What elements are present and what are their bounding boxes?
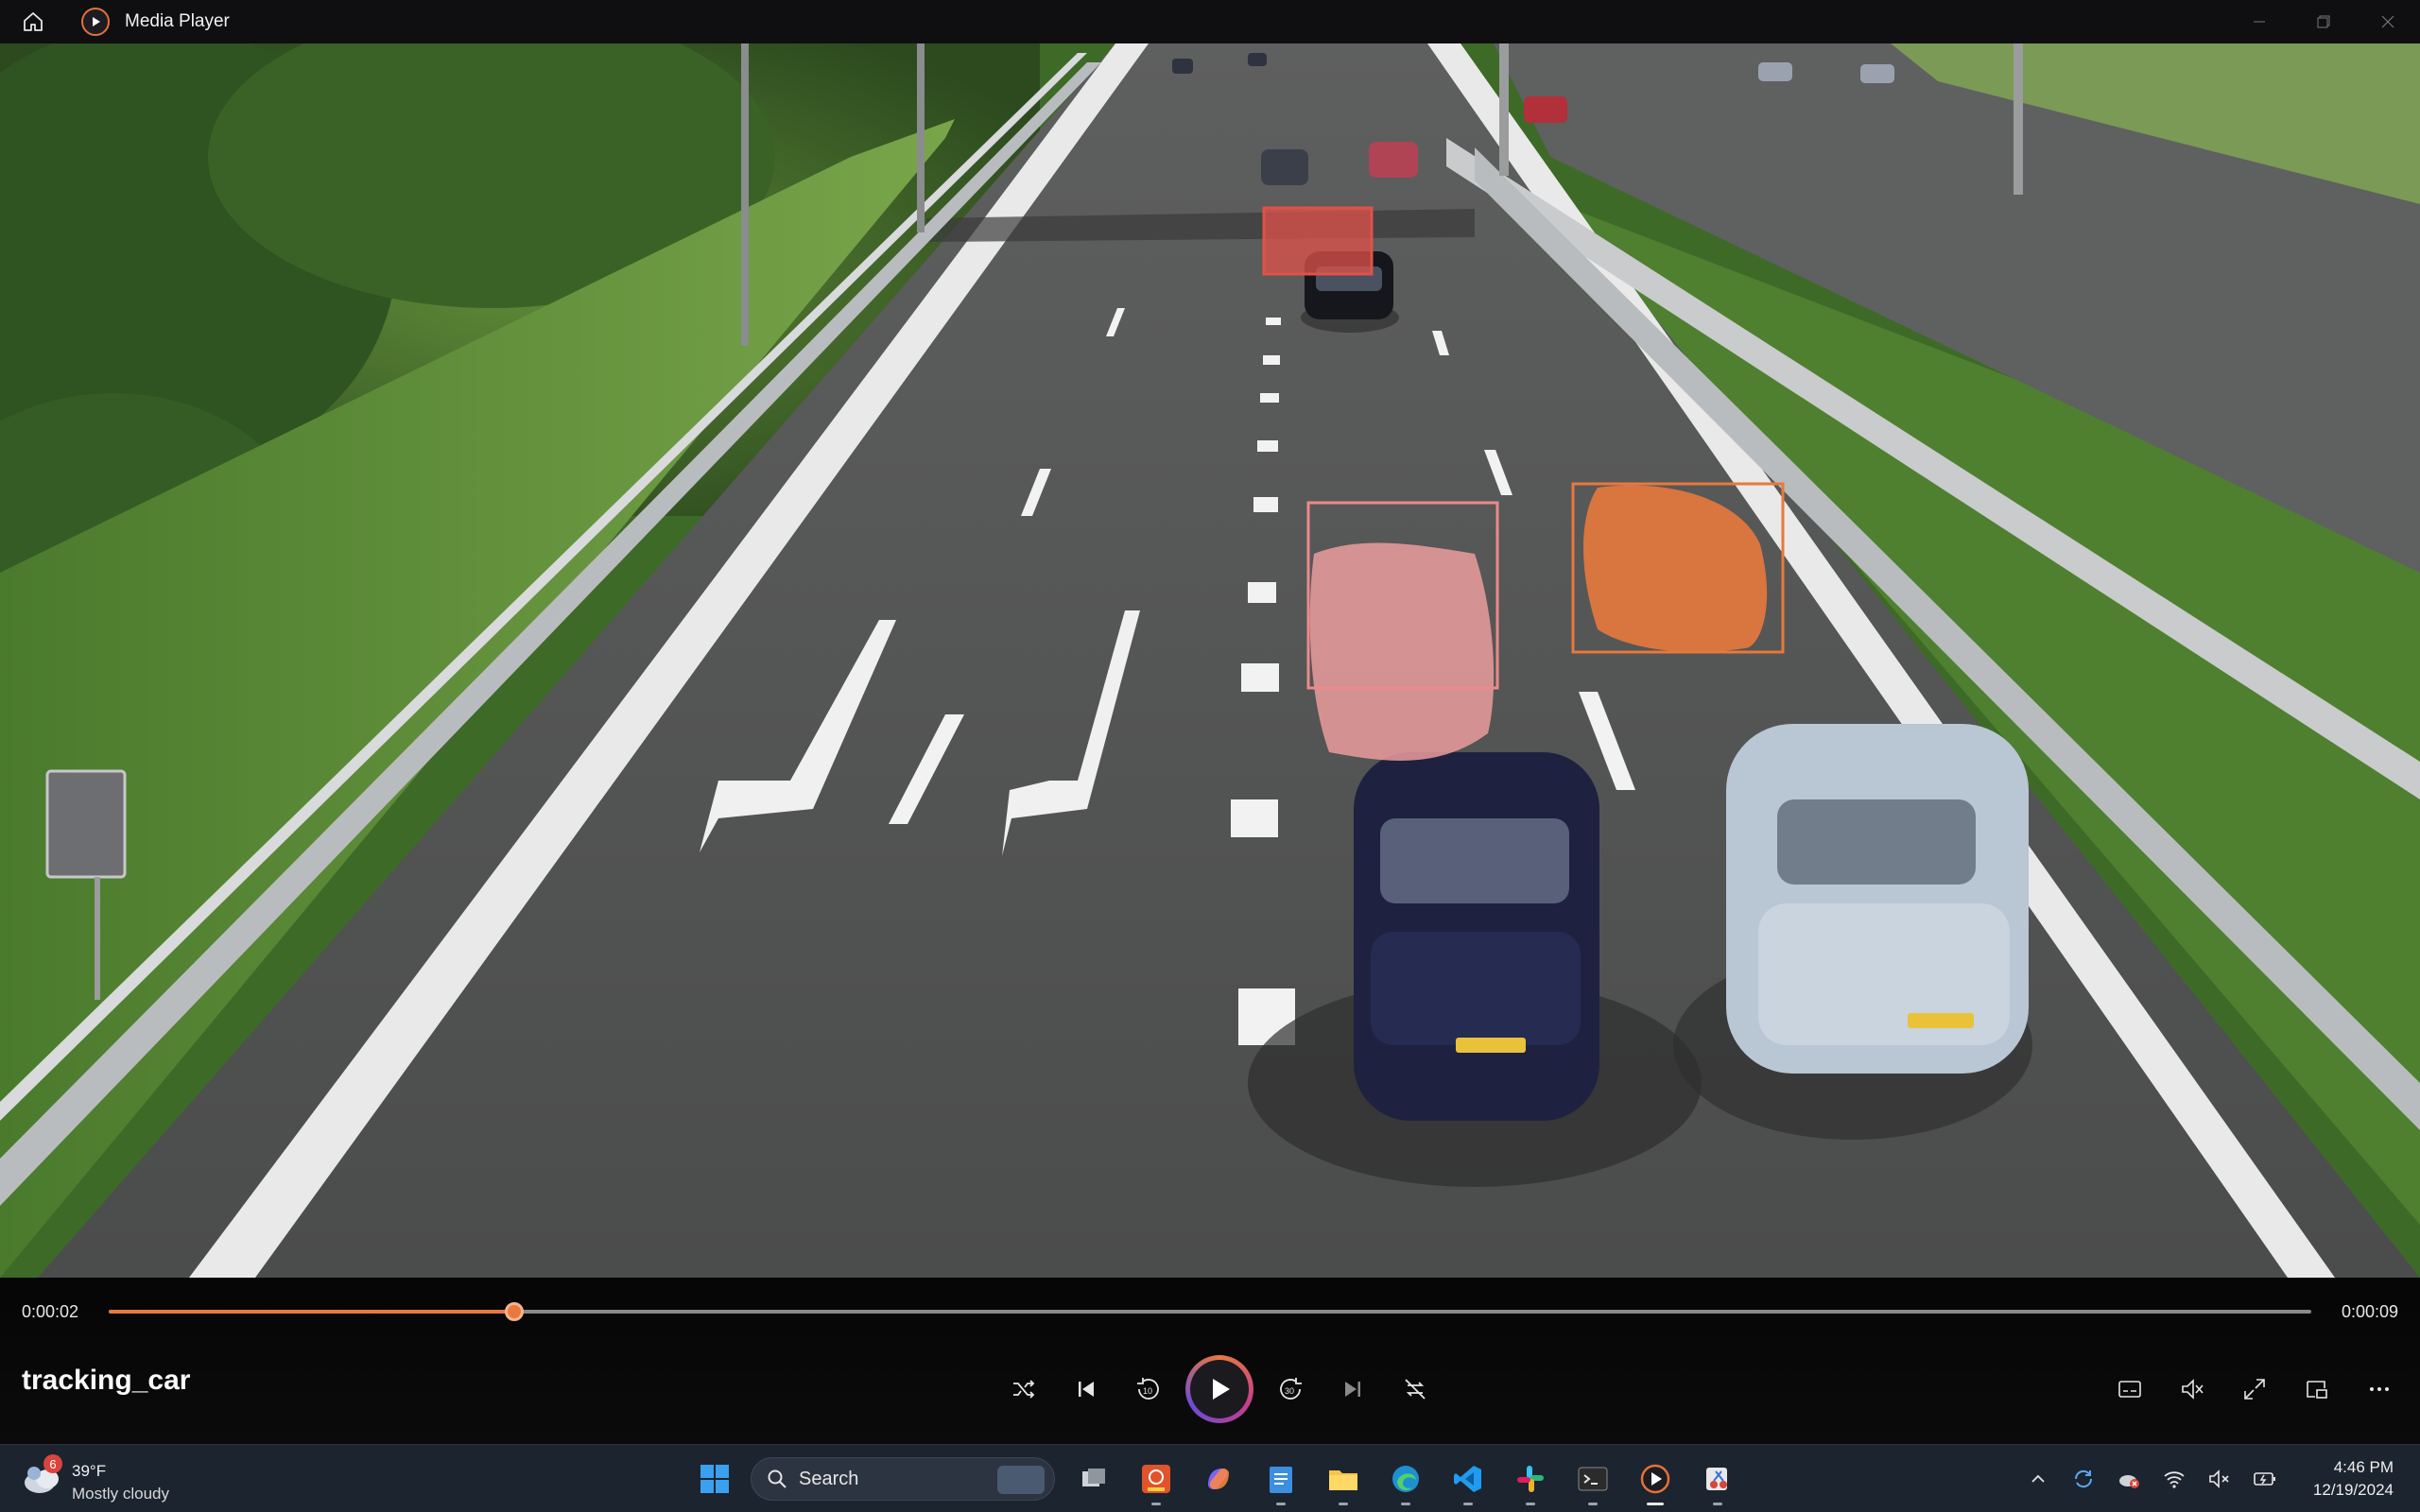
- ubuntu-app-icon: [1142, 1465, 1170, 1493]
- current-time: 0:00:02: [22, 1302, 79, 1321]
- cloud-error-icon: [2119, 1475, 2139, 1488]
- media-player-app-icon: [81, 8, 110, 36]
- weather-widget[interactable]: 6 39°F Mostly cloudy: [21, 1451, 210, 1507]
- play-button[interactable]: [1185, 1355, 1253, 1423]
- taskbar-app-media-player[interactable]: [1624, 1452, 1686, 1505]
- previous-button[interactable]: [1055, 1361, 1117, 1418]
- home-button[interactable]: [0, 0, 66, 43]
- volume-tray-button[interactable]: [2197, 1445, 2242, 1512]
- volume-muted-icon: [2182, 1379, 2204, 1400]
- chevron-up-icon: [2031, 1474, 2045, 1483]
- wifi-button[interactable]: [2152, 1445, 2197, 1512]
- onedrive-tray-button[interactable]: [2106, 1445, 2152, 1512]
- play-icon: [1213, 1379, 1230, 1400]
- task-view-icon: [1082, 1469, 1105, 1486]
- sync-icon: [2074, 1469, 2093, 1488]
- edge-icon: [1392, 1466, 1419, 1492]
- search-highlight-image: [997, 1466, 1045, 1494]
- windows-icon: [700, 1465, 729, 1493]
- taskbar-app-ubuntu[interactable]: [1125, 1452, 1187, 1505]
- weather-condition: Mostly cloudy: [72, 1485, 169, 1503]
- mini-player-button[interactable]: [2286, 1361, 2348, 1418]
- taskbar-app-edge[interactable]: [1374, 1452, 1437, 1505]
- fullscreen-button[interactable]: [2223, 1361, 2286, 1418]
- weather-temperature: 39°F: [72, 1462, 107, 1480]
- system-tray: 4:46 PM 12/19/2024: [2015, 1445, 2420, 1512]
- shuffle-button[interactable]: [993, 1361, 1055, 1418]
- taskbar-app-copilot[interactable]: [1187, 1452, 1250, 1505]
- wifi-icon: [2164, 1471, 2185, 1488]
- sync-tray-button[interactable]: [2061, 1445, 2106, 1512]
- fullscreen-icon: [2244, 1379, 2265, 1400]
- forward-30-icon: 30: [1280, 1378, 1302, 1400]
- next-button[interactable]: [1322, 1361, 1384, 1418]
- notification-badge: 6: [43, 1454, 62, 1473]
- total-time: 0:00:09: [2341, 1302, 2398, 1321]
- repeat-button[interactable]: [1384, 1361, 1446, 1418]
- task-view-button[interactable]: [1063, 1452, 1125, 1505]
- rewind-10-icon: 10: [1137, 1378, 1159, 1400]
- close-icon: [2381, 15, 2394, 28]
- next-icon: [1345, 1382, 1360, 1397]
- folder-icon: [1329, 1470, 1357, 1490]
- search-icon: [768, 1469, 786, 1488]
- captions-icon: [2118, 1381, 2141, 1398]
- svg-text:30: 30: [1285, 1386, 1294, 1396]
- restore-button[interactable]: [2291, 0, 2356, 43]
- mini-player-icon: [2307, 1381, 2327, 1399]
- video-frame[interactable]: [0, 43, 2420, 1278]
- media-player-icon: [1640, 1464, 1670, 1494]
- taskbar-app-file-explorer[interactable]: [1312, 1452, 1374, 1505]
- vscode-icon: [1454, 1466, 1481, 1492]
- show-hidden-icons-button[interactable]: [2015, 1445, 2061, 1512]
- previous-icon: [1079, 1382, 1094, 1397]
- taskbar-app-notepad[interactable]: [1250, 1452, 1312, 1505]
- seek-progress: [109, 1310, 514, 1314]
- repeat-off-icon: [1405, 1379, 1426, 1400]
- taskbar-app-slack[interactable]: [1499, 1452, 1562, 1505]
- more-icon: [2370, 1387, 2389, 1391]
- close-button[interactable]: [2356, 0, 2420, 43]
- volume-muted-icon: [2209, 1469, 2229, 1488]
- terminal-icon: [1578, 1467, 1608, 1491]
- clock-time: 4:46 PM: [2333, 1458, 2394, 1476]
- window-title: Media Player: [125, 11, 230, 31]
- battery-charging-icon: [2254, 1472, 2275, 1486]
- taskbar-clock[interactable]: 4:46 PM 12/19/2024: [2288, 1456, 2420, 1502]
- taskbar-search[interactable]: Search: [751, 1457, 1055, 1501]
- snipping-tool-icon: [1706, 1468, 1727, 1490]
- shuffle-icon: [1013, 1380, 1035, 1399]
- seek-thumb[interactable]: [504, 1302, 524, 1321]
- slack-icon: [1517, 1466, 1544, 1492]
- title-bar: Media Player: [0, 0, 2420, 43]
- home-icon: [24, 12, 43, 31]
- seek-bar[interactable]: [109, 1302, 2311, 1321]
- battery-button[interactable]: [2242, 1445, 2288, 1512]
- taskbar: 6 39°F Mostly cloudy Search 4:46 PM 12/1…: [0, 1444, 2420, 1512]
- copilot-icon: [1208, 1468, 1229, 1490]
- more-options-button[interactable]: [2348, 1361, 2411, 1418]
- notepad-icon: [1270, 1467, 1292, 1493]
- forward-30-button[interactable]: 30: [1259, 1361, 1322, 1418]
- rewind-10-button[interactable]: 10: [1117, 1361, 1180, 1418]
- mute-button[interactable]: [2161, 1361, 2223, 1418]
- taskbar-app-snipping-tool[interactable]: [1686, 1452, 1749, 1505]
- taskbar-app-terminal[interactable]: [1562, 1452, 1624, 1505]
- player-controls: 0:00:02 0:00:09 tracking_car 10 30: [0, 1278, 2420, 1444]
- minimize-icon: [2254, 21, 2265, 23]
- clock-date: 12/19/2024: [2312, 1481, 2394, 1499]
- start-button[interactable]: [686, 1452, 743, 1505]
- restore-icon: [2317, 15, 2330, 28]
- captions-button[interactable]: [2099, 1361, 2161, 1418]
- svg-text:10: 10: [1143, 1386, 1152, 1396]
- media-title: tracking_car: [22, 1365, 191, 1396]
- search-placeholder: Search: [799, 1468, 859, 1489]
- minimize-button[interactable]: [2227, 0, 2291, 43]
- taskbar-app-vscode[interactable]: [1437, 1452, 1499, 1505]
- detection-box-1: [1262, 206, 1374, 276]
